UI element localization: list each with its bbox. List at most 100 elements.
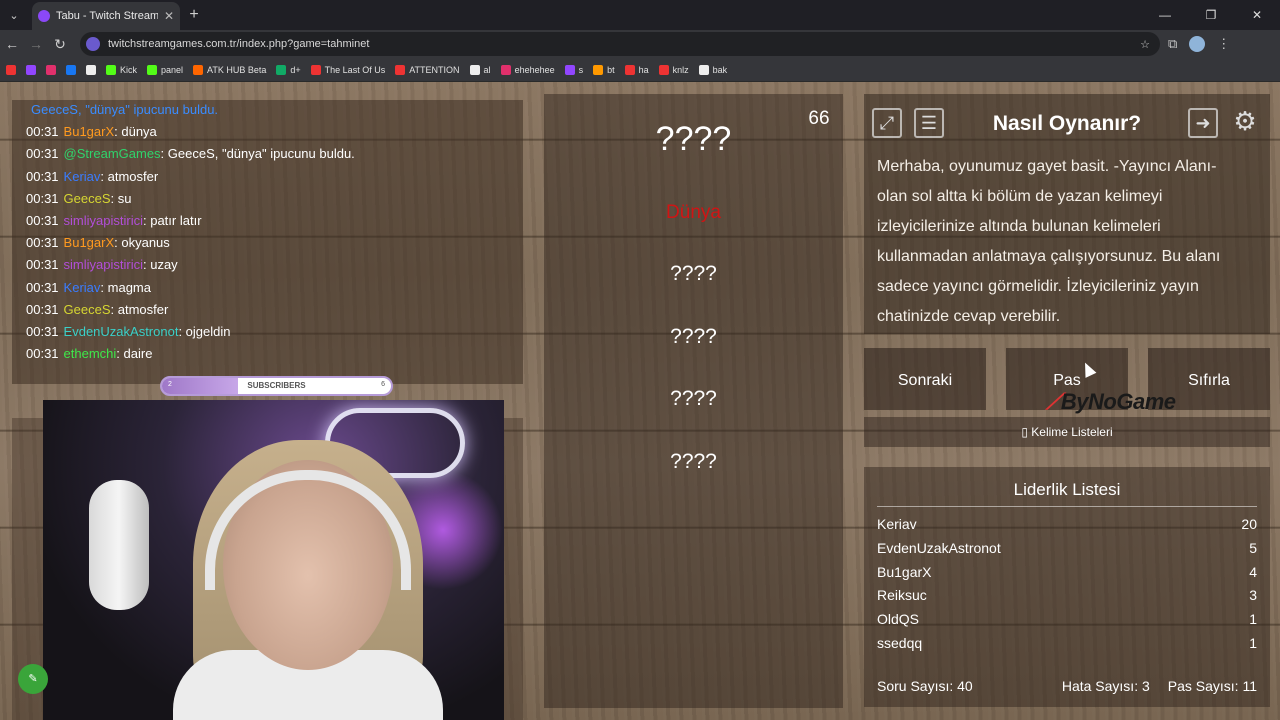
chat-username[interactable]: GeeceS,	[31, 102, 85, 117]
chat-username[interactable]: ethemchi	[64, 346, 117, 361]
leaderboard-name: EvdenUzakAstronot	[877, 539, 1001, 556]
bookmark-panel[interactable]: panel	[147, 64, 183, 75]
chat-username[interactable]: GeeceS	[64, 191, 111, 206]
close-window-icon[interactable]: ✕	[1234, 0, 1280, 30]
error-count: Hata Sayısı: 3	[1061, 678, 1150, 694]
chat-text: : su	[110, 190, 132, 206]
chat-message: 00:31 Keriav: magma	[26, 280, 151, 295]
bookmark-knlz[interactable]: knlz	[658, 64, 689, 75]
bookmark-icon-1[interactable]	[6, 64, 16, 75]
forward-icon[interactable]: →	[24, 36, 48, 52]
back-icon[interactable]: ←	[0, 36, 24, 52]
bookmark-s[interactable]: s	[564, 64, 583, 75]
fullscreen-icon[interactable]: ⤢	[872, 108, 902, 138]
bookmark-atk[interactable]: ATK HUB Beta	[193, 64, 267, 75]
chat-time: 00:31	[26, 168, 59, 184]
chat-text: : daire	[116, 346, 153, 362]
word-lists-button[interactable]: ▯ Kelime Listeleri	[864, 417, 1270, 447]
browser-tab[interactable]: Tabu - Twitch Stream Game ✕	[32, 2, 180, 30]
bookmark-label: knlz	[672, 64, 689, 75]
target-word: ????	[655, 120, 732, 158]
bookmark-tlou[interactable]: The Last Of Us	[310, 64, 386, 75]
chat-time: 00:31	[26, 324, 59, 339]
bookmark-ha[interactable]: ha	[624, 64, 649, 75]
chat-message: 00:31 ethemchi: daire	[26, 346, 152, 361]
tab-close-icon[interactable]: ✕	[164, 9, 174, 23]
reload-icon[interactable]: ↻	[48, 36, 72, 53]
how-to-play-title: Nasıl Oynanır?	[992, 112, 1142, 135]
bookmark-label: al	[483, 64, 491, 75]
chat-message: 00:31 Bu1garX: okyanus	[26, 235, 170, 250]
extensions-icon[interactable]: ⧉	[1168, 36, 1177, 52]
chat-username[interactable]: Bu1garX	[64, 235, 115, 250]
chat-username[interactable]: simliyapistirici	[64, 257, 143, 272]
chat-username[interactable]: Keriav	[64, 280, 101, 295]
leaderboard-row: ssedqq 1	[877, 635, 1257, 651]
microphone	[89, 480, 149, 610]
bookmark-label: ATTENTION	[409, 64, 460, 75]
bookmark-kick[interactable]: Kick	[106, 64, 137, 75]
restore-icon[interactable]: ❐	[1188, 0, 1234, 30]
bookmark-label: The Last Of Us	[324, 64, 386, 75]
document-icon[interactable]: ☰	[914, 108, 944, 138]
notebook-icon: ▯	[1021, 425, 1028, 439]
chat-time: 00:31	[26, 213, 59, 228]
tab-search-icon[interactable]: ⌄	[0, 0, 28, 30]
site-info-icon[interactable]	[86, 37, 100, 51]
leaderboard-score: 20	[1241, 516, 1257, 532]
chat-text: : dünya	[114, 124, 157, 140]
bookmark-ehe[interactable]: ehehehee	[500, 64, 555, 75]
chat-username[interactable]: Keriav	[64, 169, 101, 184]
navigation-bar: ← → ↻ twitchstreamgames.com.tr/index.php…	[0, 30, 1280, 58]
chat-username[interactable]: EvdenUzakAstronot	[64, 324, 179, 339]
chat-message: 00:31 EvdenUzakAstronot: ojgeldin	[26, 324, 231, 339]
bookmark-bt[interactable]: bt	[593, 64, 615, 75]
tab-strip: ⌄ Tabu - Twitch Stream Game ✕ + — ❐ ✕	[0, 0, 1280, 30]
word-lists-label: Kelime Listeleri	[1031, 425, 1113, 439]
bookmark-al[interactable]: al	[469, 64, 491, 75]
bookmark-icon-3[interactable]	[46, 64, 56, 75]
bookmark-attention[interactable]: ATTENTION	[395, 64, 460, 75]
menu-icon[interactable]: ⋮	[1217, 36, 1230, 52]
game-page: GeeceS, "dünya" ipucunu buldu. 00:31 Bu1ga…	[0, 82, 1280, 720]
url-text: twitchstreamgames.com.tr/index.php?game=…	[108, 38, 370, 50]
hidden-word: ????	[670, 325, 717, 348]
profile-avatar[interactable]	[1189, 36, 1206, 52]
bookmark-dplus[interactable]: d+	[276, 64, 301, 75]
chat-message: 00:31 Keriav: atmosfer	[26, 169, 158, 184]
bookmark-label: ha	[638, 64, 649, 75]
chat-text: : atmosfer	[110, 301, 169, 317]
logout-icon[interactable]: ➜	[1188, 108, 1218, 138]
chat-time: 00:31	[26, 235, 59, 251]
leaderboard-score: 5	[1249, 539, 1257, 556]
chat-time: 00:31	[26, 279, 59, 295]
new-tab-icon[interactable]: +	[180, 6, 208, 24]
leaderboard-score: 1	[1249, 611, 1257, 628]
bynogame-logo-mark: ⟋	[1046, 389, 1061, 414]
bookmark-star-icon[interactable]: ☆	[1140, 38, 1150, 51]
bookmark-icon-2[interactable]	[26, 64, 36, 75]
bookmark-icon-4[interactable]	[66, 64, 76, 75]
leaderboard-name: Bu1garX	[877, 563, 932, 580]
chat-username[interactable]: @StreamGames	[64, 146, 161, 161]
leaderboard-row: EvdenUzakAstronot 5	[877, 540, 1257, 556]
next-button[interactable]: Sonraki	[864, 348, 986, 410]
gear-icon[interactable]: ⚙	[1230, 108, 1260, 138]
bookmark-label: ATK HUB Beta	[207, 64, 267, 75]
address-bar[interactable]: twitchstreamgames.com.tr/index.php?game=…	[80, 32, 1160, 56]
bookmark-label: d+	[290, 64, 301, 75]
pin-icon[interactable]: ✎	[18, 664, 48, 694]
bookmark-icon-5[interactable]	[86, 64, 96, 75]
chat-username[interactable]: Bu1garX	[64, 124, 115, 139]
bookmark-bak[interactable]: bak	[698, 64, 728, 75]
minimize-icon[interactable]: —	[1142, 0, 1188, 30]
chat-time: 00:31	[26, 146, 59, 162]
bookmark-label: bak	[712, 64, 728, 75]
chat-username[interactable]: GeeceS	[64, 302, 111, 317]
chat-username[interactable]: simliyapistirici	[64, 213, 143, 228]
chat-time: 00:31	[26, 190, 59, 206]
hidden-word: ????	[670, 387, 717, 410]
chat-time: 00:31	[26, 257, 59, 273]
bookmark-label: bt	[607, 64, 615, 75]
subscribers-goal-bar: 2 SUBSCRIBERS 6	[160, 376, 393, 396]
